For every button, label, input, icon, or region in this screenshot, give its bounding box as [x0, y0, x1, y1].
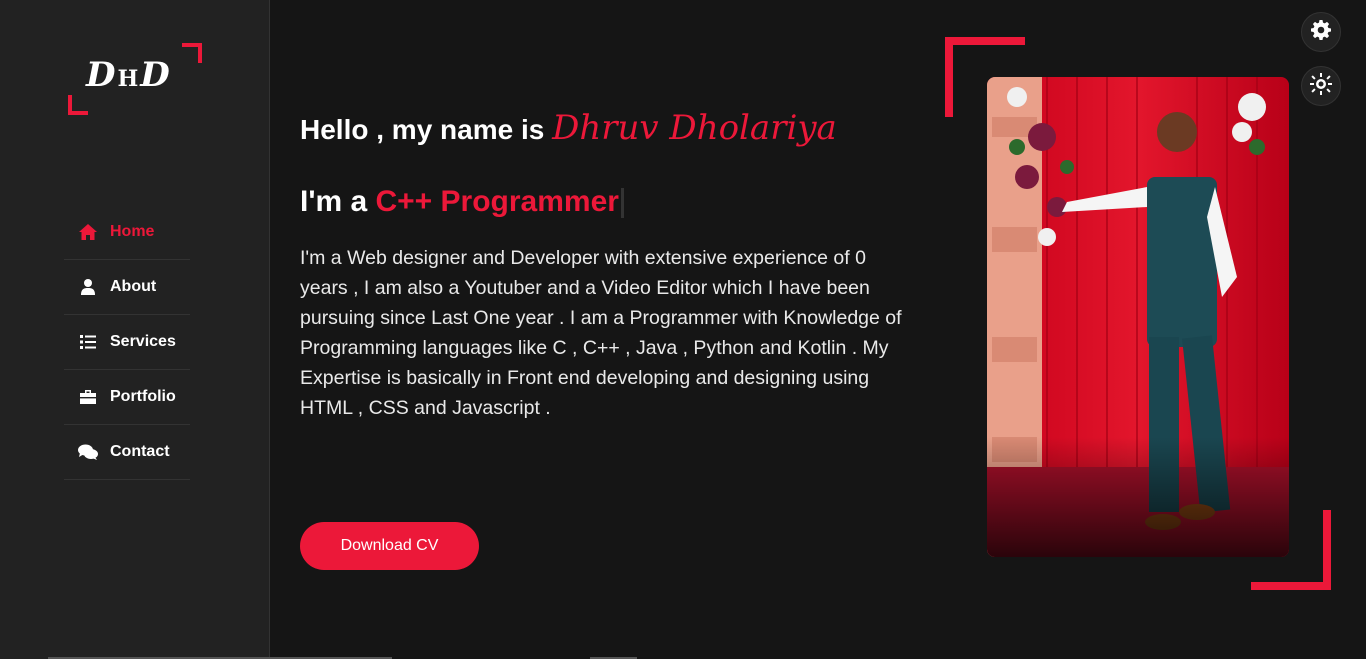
home-icon [78, 224, 98, 240]
list-icon [78, 335, 98, 349]
nav-item-portfolio[interactable]: Portfolio [64, 370, 190, 425]
role-prefix: I'm a [300, 185, 376, 218]
comments-icon [78, 444, 98, 460]
sidebar: DHD Home About Services Portfolio Contac… [0, 0, 270, 659]
nav-item-label: Services [110, 333, 176, 350]
nav-item-contact[interactable]: Contact [64, 425, 190, 480]
logo-corner-bottom-left [68, 95, 88, 115]
nav-item-about[interactable]: About [64, 260, 190, 315]
main-content: Hello , my name is Dhruv Dholariya I'm a… [271, 0, 1366, 659]
settings-button[interactable] [1301, 12, 1341, 52]
hero-name: Dhruv Dholariya [552, 108, 837, 148]
nav-item-label: Home [110, 223, 155, 240]
briefcase-icon [78, 390, 98, 404]
nav-item-services[interactable]: Services [64, 315, 190, 370]
logo-corner-top-right [182, 43, 202, 63]
logo[interactable]: DHD [68, 43, 202, 115]
theme-toggle-button[interactable] [1301, 66, 1341, 106]
nav-item-label: About [110, 278, 157, 295]
about-paragraph: I'm a Web designer and Developer with ex… [300, 247, 902, 419]
nav-item-label: Portfolio [110, 388, 176, 405]
hero-greeting: Hello , my name is Dhruv Dholariya [300, 108, 837, 148]
download-cv-button[interactable]: Download CV [300, 522, 479, 570]
nav-menu: Home About Services Portfolio Contact [64, 205, 190, 480]
sun-icon [1310, 73, 1332, 99]
hero-role: I'm a C++ Programmer [300, 185, 624, 219]
gear-icon [1311, 20, 1331, 44]
nav-item-home[interactable]: Home [64, 205, 190, 260]
role-text: C++ Programmer [375, 185, 619, 218]
user-icon [78, 279, 98, 295]
greeting-text: Hello , my name is [300, 114, 553, 145]
logo-text: DHD [86, 55, 172, 95]
profile-photo [987, 77, 1289, 557]
nav-item-label: Contact [110, 443, 170, 460]
typing-cursor [620, 188, 624, 219]
